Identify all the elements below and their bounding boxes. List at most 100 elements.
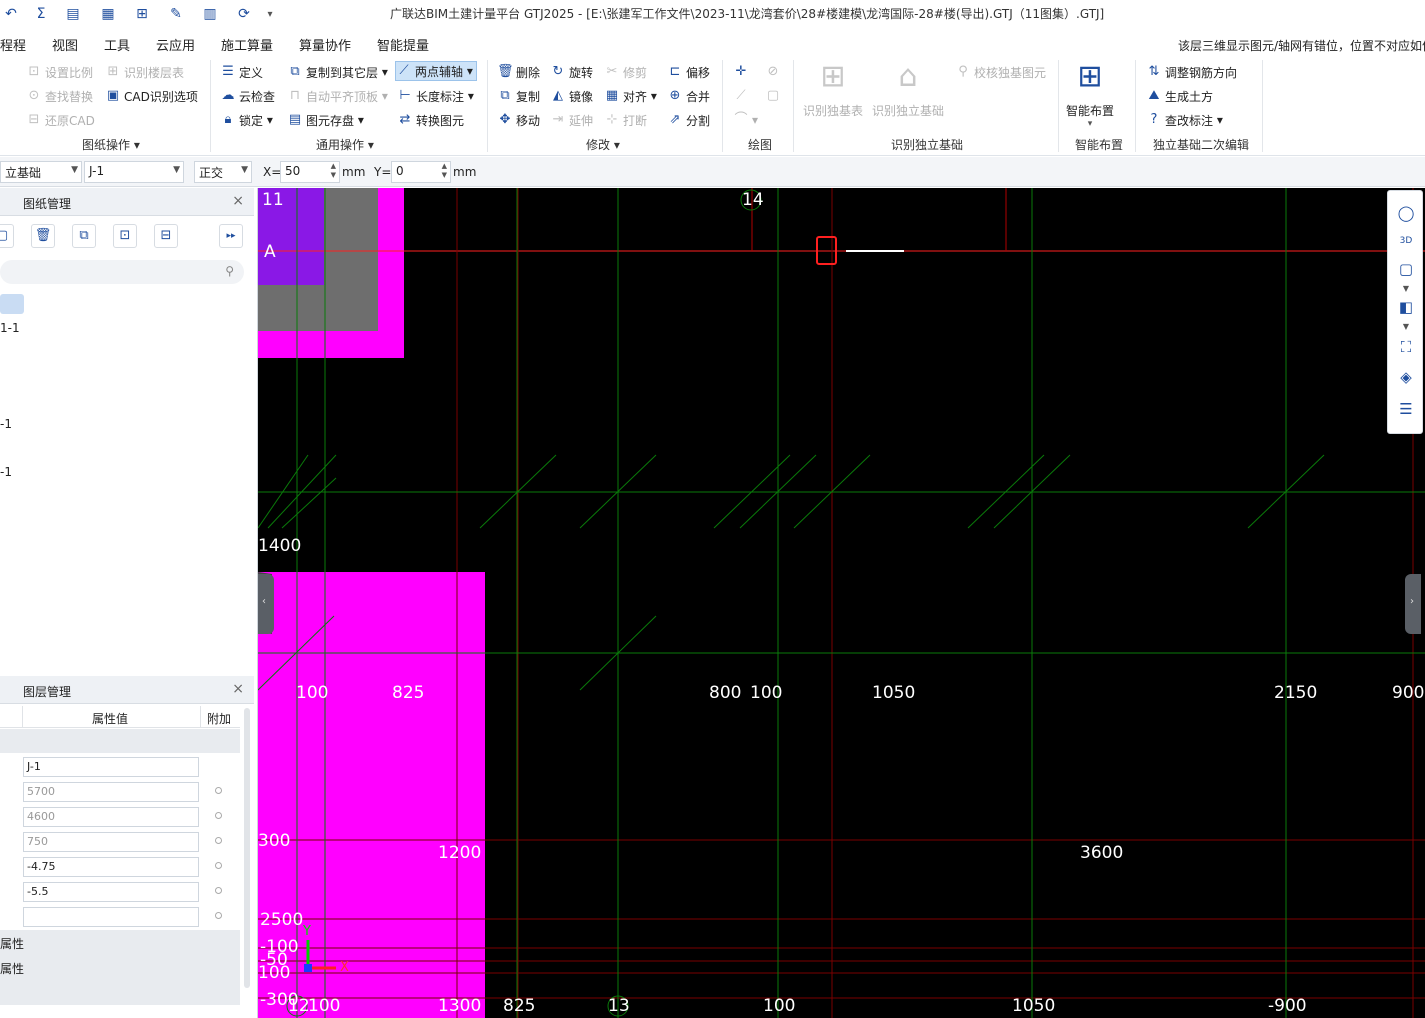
extend-button[interactable]: ⇥ 延伸 [550,110,593,130]
prop-bottom-elev-input[interactable]: -5.5 [23,882,199,902]
report-icon[interactable]: ▤ [62,4,84,24]
prop-name-input[interactable]: J-1 [23,757,199,777]
expand-icon[interactable]: ▸▸ [219,224,243,248]
close-icon[interactable]: × [232,193,244,209]
orbit-icon[interactable]: ◯ [1396,203,1416,223]
spinner-icon[interactable]: ▲ ▼ [331,162,336,180]
attach-checkbox[interactable] [215,912,222,919]
attach-checkbox[interactable] [215,812,222,819]
element-select[interactable]: J-1 ▼ [84,161,184,183]
attach-checkbox[interactable] [215,837,222,844]
sum-icon[interactable]: Σ [30,4,52,24]
copy-icon[interactable]: ⧉ [72,224,96,248]
line-draw-button[interactable]: ⟋ [733,86,752,106]
prop-remark-input[interactable] [23,907,199,927]
identify-table-button[interactable]: ⊞ 识别独基表 [803,60,863,119]
copy-button[interactable]: ⧉ 复制 [497,86,540,106]
copy-to-floor-button[interactable]: ⧉ 复制到其它层 ▾ [287,62,388,82]
menu-smart[interactable]: 智能提量 [377,35,429,54]
mirror-button[interactable]: ◭ 镜像 [550,86,593,106]
menu-project[interactable]: 程程 [0,35,26,54]
lock-button[interactable]: 🔒︎ 锁定 ▾ [220,110,273,130]
smart-layout-button[interactable]: ⊞ 智能布置 ▾ [1066,60,1114,130]
x-input[interactable]: 50 ▲ ▼ [280,161,340,183]
arc-draw-button[interactable]: ⌒ ▾ [733,110,758,130]
3d-view-icon[interactable]: 3D [1396,231,1416,251]
element-save-button[interactable]: ▤ 图元存盘 ▾ [287,110,364,130]
cad-options-button[interactable]: ▣ CAD识别选项 [105,86,198,106]
group-label-modify[interactable]: 修改 ▾ [586,136,620,153]
menu-collab[interactable]: 算量协作 [299,35,351,54]
menu-tools[interactable]: 工具 [104,35,130,54]
convert-element-button[interactable]: ⇄ 转换图元 [397,110,464,130]
split-drawing-icon[interactable]: ⊡ [113,224,137,248]
prop-section-row[interactable] [0,729,240,753]
ruler-icon[interactable]: ▥ [199,4,221,24]
set-scale-button[interactable]: ⊡ 设置比例 [26,62,93,82]
point-draw-button[interactable]: ✛ [733,62,752,82]
verify-button[interactable]: ⚲ 校核独基图元 [955,62,1046,82]
two-point-axis-button[interactable]: ⟋ 两点辅轴 ▾ [395,61,477,81]
chevron-down-icon[interactable]: ▼ [1396,279,1416,299]
trash-icon[interactable]: 🗑︎ [31,224,55,248]
gen-earth-button[interactable]: ⛰ 生成土方 [1146,86,1213,106]
attach-checkbox[interactable] [215,887,222,894]
layer-display-icon[interactable]: ☰ [1396,399,1416,419]
sync-icon[interactable]: ⟳ [233,4,255,24]
find-replace-button[interactable]: ⊙ 查找替换 [26,86,93,106]
close-icon[interactable]: × [232,681,244,697]
identify-foundation-button[interactable]: ⌂ 识别独立基础 [872,60,944,119]
rect-draw-button[interactable]: ▢ [765,86,784,106]
undo-icon[interactable]: ↶ [0,4,22,24]
tree-item[interactable]: -1 [0,465,12,479]
view-cube-icon[interactable]: ▢ [1396,259,1416,279]
export-icon[interactable]: ⊟ [154,224,178,248]
prop-width-input[interactable]: 4600 [23,807,199,827]
offset-button[interactable]: ⊏ 偏移 [667,62,710,82]
change-mark-button[interactable]: ? 查改标注 ▾ [1146,110,1223,130]
align-button[interactable]: ▦ 对齐 ▾ [604,86,657,106]
menu-cloud[interactable]: 云应用 [156,35,195,54]
menu-view[interactable]: 视图 [52,35,78,54]
type-select[interactable]: 立基础 ▼ [0,161,82,183]
adjust-rebar-button[interactable]: ⇅ 调整钢筋方向 [1146,62,1237,82]
rotate-point-button[interactable]: ⊘ [765,62,784,82]
identify-floor-button[interactable]: ⊞ 识别楼层表 [105,62,184,82]
drawing-mgmt-title[interactable]: 图纸管理 [23,195,71,212]
y-input[interactable]: 0 ▲ ▼ [391,161,451,183]
notice-link[interactable]: 该层三维显示图元/轴网有错位，位置不对应如何 [1178,37,1425,54]
fullscreen-icon[interactable]: ⛶ [1396,337,1416,357]
prop-length-input[interactable]: 5700 [23,782,199,802]
define-button[interactable]: ☰ 定义 [220,62,263,82]
merge-button[interactable]: ⊕ 合并 [667,86,710,106]
scrollbar[interactable] [244,708,250,988]
tree-icon[interactable]: ⊞ [131,4,153,24]
group-label-drawing[interactable]: 图纸操作 ▾ [82,136,140,153]
add-drawing-icon[interactable]: ▢ [0,224,14,248]
cloud-check-button[interactable]: ☁ 云检查 [220,86,276,106]
delete-button[interactable]: 🗑︎ 删除 [497,62,540,82]
grid-icon[interactable]: ▦ [97,4,119,24]
prop-section-row[interactable] [0,980,240,1005]
length-mark-button[interactable]: ⊢ 长度标注 ▾ [397,86,474,106]
tree-item[interactable]: 1-1 [0,321,20,335]
pen-icon[interactable]: ✎ [165,4,187,24]
split-button[interactable]: ⇗ 分割 [667,110,710,130]
prop-section-row[interactable]: 属性 [0,930,240,955]
restore-cad-button[interactable]: ⊟ 还原CAD [26,110,95,130]
search-input[interactable]: ⚲ [0,260,244,284]
group-label-general[interactable]: 通用操作 ▾ [316,136,374,153]
prop-top-elev-input[interactable]: -4.75 [23,857,199,877]
break-button[interactable]: ⊹ 打断 [604,110,647,130]
move-button[interactable]: ✥ 移动 [497,110,540,130]
tree-selected-row[interactable] [0,294,24,314]
drawing-canvas[interactable]: 11 A 14 12 13 1400 100 825 800 100 1050 … [258,188,1425,1018]
spinner-icon[interactable]: ▲ ▼ [442,162,447,180]
rotate-button[interactable]: ↻ 旋转 [550,62,593,82]
chevron-down-icon[interactable]: ▼ [1396,317,1416,337]
auto-flat-button[interactable]: ⊓ 自动平齐顶板 ▾ [287,86,388,106]
prop-height-input[interactable]: 750 [23,832,199,852]
mode-select[interactable]: 正交 ▼ [194,161,252,183]
layer-mgmt-title[interactable]: 图层管理 [23,683,71,700]
solid-view-icon[interactable]: ◧ [1396,297,1416,317]
